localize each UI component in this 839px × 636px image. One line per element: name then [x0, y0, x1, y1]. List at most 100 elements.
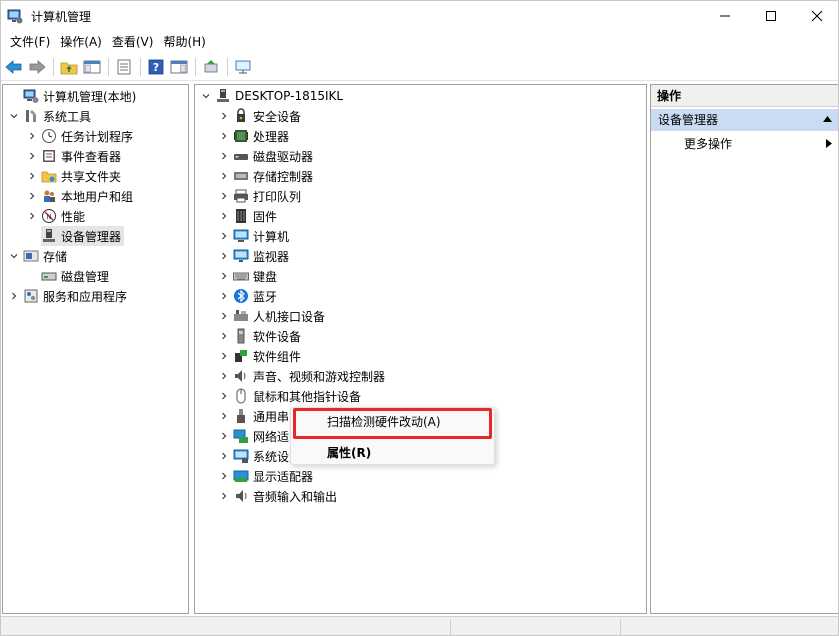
chevron-down-icon[interactable]: [9, 251, 19, 261]
device-tree-root[interactable]: DESKTOP-1815IKL: [201, 86, 343, 106]
computer-management-window: 计算机管理 文件(F) 操作(A) 查看(V) 帮助(H) ? 计算机管理(本地…: [0, 0, 839, 636]
device-category-item[interactable]: 声音、视频和游戏控制器: [219, 366, 385, 386]
device-category-item[interactable]: 软件设备: [219, 326, 301, 346]
maximize-button[interactable]: [748, 1, 794, 31]
device-category-item[interactable]: 人机接口设备: [219, 306, 325, 326]
device-category-item[interactable]: 安全设备: [219, 106, 301, 126]
console-tree-item[interactable]: 本地用户和组: [27, 186, 133, 206]
device-category-item[interactable]: 通用串: [219, 406, 289, 426]
chevron-right-icon[interactable]: [219, 171, 229, 181]
chevron-right-icon[interactable]: [219, 471, 229, 481]
chevron-right-icon[interactable]: [219, 411, 229, 421]
chevron-right-icon[interactable]: [219, 431, 229, 441]
console-tree-item[interactable]: 计算机管理(本地): [9, 86, 136, 106]
menu-file[interactable]: 文件(F): [5, 31, 55, 53]
chevron-right-icon[interactable]: [219, 191, 229, 201]
show-hide-tree-button[interactable]: [81, 56, 103, 78]
chevron-right-icon[interactable]: [27, 191, 37, 201]
console-tree-pane[interactable]: 计算机管理(本地) 系统工具任务计划程序 事件查看器 共享文件夹本地用户和组 N 性能 设备…: [2, 84, 189, 614]
console-tree-item-label: 系统工具: [43, 109, 92, 124]
console-tree-item[interactable]: 服务和应用程序: [9, 286, 127, 306]
console-tree-item[interactable]: N 性能: [27, 206, 85, 226]
device-category-item[interactable]: 鼠标和其他指针设备: [219, 386, 361, 406]
menu-help[interactable]: 帮助(H): [158, 31, 210, 53]
chevron-right-icon[interactable]: [219, 251, 229, 261]
device-category-item[interactable]: 磁盘驱动器: [219, 146, 313, 166]
chevron-right-icon[interactable]: [219, 351, 229, 361]
chevron-right-icon[interactable]: [219, 391, 229, 401]
up-level-button[interactable]: [58, 56, 80, 78]
chevron-right-icon[interactable]: [219, 491, 229, 501]
device-category-item[interactable]: 键盘: [219, 266, 277, 286]
more-actions-item[interactable]: 更多操作: [651, 133, 838, 155]
device-category-item[interactable]: 音频输入和输出: [219, 486, 337, 506]
console-tree-item[interactable]: 任务计划程序: [27, 126, 133, 146]
chevron-down-icon[interactable]: [201, 91, 211, 101]
close-button[interactable]: [794, 1, 838, 31]
update-driver-button[interactable]: [200, 56, 222, 78]
console-tree-item[interactable]: 事件查看器: [27, 146, 121, 166]
device-category-item[interactable]: 系统设: [219, 446, 289, 466]
usb-icon: [233, 408, 249, 424]
console-tree-item[interactable]: 存储: [9, 246, 67, 266]
chevron-right-icon[interactable]: [219, 451, 229, 461]
menu-view[interactable]: 查看(V): [107, 31, 159, 53]
users-icon: [41, 188, 57, 204]
chevron-down-icon[interactable]: [9, 111, 19, 121]
export-list-button[interactable]: [113, 56, 135, 78]
console-tree-item[interactable]: 系统工具: [9, 106, 91, 126]
console-tree-item[interactable]: 共享文件夹: [27, 166, 121, 186]
help-button[interactable]: ?: [145, 56, 167, 78]
device-manager-icon: [41, 228, 57, 244]
chevron-right-icon[interactable]: [9, 291, 19, 301]
device-category-item[interactable]: 显示适配器: [219, 466, 313, 486]
device-category-label: 存储控制器: [253, 169, 314, 184]
device-tree-pane[interactable]: DESKTOP-1815IKL 安全设备 处理器磁盘驱动器存储控制器打印队列固件计…: [194, 84, 647, 614]
chevron-right-icon[interactable]: [219, 131, 229, 141]
display-adapter-icon: [233, 468, 249, 484]
device-category-item[interactable]: 蓝牙: [219, 286, 277, 306]
device-category-item[interactable]: 固件: [219, 206, 277, 226]
device-category-item[interactable]: 监视器: [219, 246, 289, 266]
device-category-item[interactable]: 软件组件: [219, 346, 301, 366]
actions-section-device-manager[interactable]: 设备管理器: [651, 109, 838, 131]
minimize-button[interactable]: [702, 1, 748, 31]
chevron-right-icon[interactable]: [219, 291, 229, 301]
device-category-item[interactable]: 打印队列: [219, 186, 301, 206]
device-category-label: 打印队列: [253, 189, 302, 204]
chevron-right-icon[interactable]: [27, 211, 37, 221]
chevron-right-icon[interactable]: [219, 111, 229, 121]
device-category-label: 计算机: [253, 229, 290, 244]
action-pane-button[interactable]: [168, 56, 190, 78]
toolbar-separator: [53, 58, 54, 76]
device-category-item[interactable]: 存储控制器: [219, 166, 313, 186]
forward-button[interactable]: [26, 56, 48, 78]
scan-hardware-button[interactable]: [232, 56, 254, 78]
chevron-right-icon[interactable]: [219, 231, 229, 241]
computer-management-icon: [23, 88, 39, 104]
chevron-right-icon[interactable]: [219, 271, 229, 281]
console-tree-item[interactable]: 磁盘管理: [27, 266, 109, 286]
console-tree-item[interactable]: 设备管理器: [41, 226, 125, 246]
device-category-item[interactable]: 计算机: [219, 226, 289, 246]
back-button[interactable]: [3, 56, 25, 78]
collapse-up-icon[interactable]: [823, 116, 832, 122]
device-category-item[interactable]: 处理器: [219, 126, 289, 146]
device-category-label: 磁盘驱动器: [253, 149, 314, 164]
context-menu-properties[interactable]: 属性(R): [291, 442, 494, 464]
chevron-right-icon[interactable]: [219, 211, 229, 221]
console-tree-item-label: 本地用户和组: [61, 189, 134, 204]
status-divider: [620, 619, 621, 635]
chevron-right-icon[interactable]: [219, 311, 229, 321]
chevron-right-icon[interactable]: [219, 151, 229, 161]
menu-action[interactable]: 操作(A): [55, 31, 107, 53]
chevron-right-icon[interactable]: [219, 371, 229, 381]
chevron-right-icon[interactable]: [27, 131, 37, 141]
chevron-right-icon[interactable]: [27, 151, 37, 161]
device-category-label: 系统设: [253, 449, 290, 464]
annotation-highlight-box: [293, 408, 492, 439]
device-category-item[interactable]: 网络适: [219, 426, 289, 446]
chevron-right-icon[interactable]: [219, 331, 229, 341]
device-category-label: 监视器: [253, 249, 290, 264]
chevron-right-icon[interactable]: [27, 171, 37, 181]
